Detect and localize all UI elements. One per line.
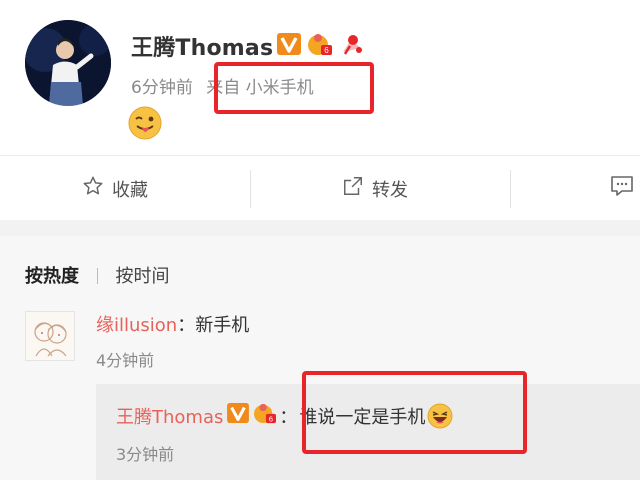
tab-sort-time[interactable]: 按时间 [115, 266, 169, 287]
verified-v-icon[interactable] [227, 403, 250, 428]
comment-username[interactable]: 缘illusion [96, 315, 177, 336]
level-badge-icon[interactable]: 6 [253, 402, 277, 429]
author-avatar[interactable] [25, 20, 111, 106]
comment-separator: ： [177, 315, 196, 336]
section-gap [0, 220, 640, 236]
post-time[interactable]: 6分钟前 [131, 78, 193, 98]
author-badges: 6 [277, 32, 365, 60]
repost-icon [342, 175, 364, 202]
favorite-label: 收藏 [112, 179, 148, 201]
repost-label: 转发 [372, 179, 408, 201]
level-badge-icon[interactable]: 6 [307, 32, 333, 60]
source-highlight-box [214, 62, 374, 114]
reply-badges: 6 [227, 402, 277, 429]
reply-separator: ： [279, 406, 298, 428]
action-divider [250, 170, 251, 208]
post-action-bar: 收藏 转发 [0, 155, 640, 221]
repost-button[interactable]: 转发 [342, 156, 408, 221]
star-icon [82, 175, 104, 202]
comment-sort-tabs: 按热度 按时间 [25, 262, 169, 288]
reply-username[interactable]: 王腾Thomas [116, 403, 223, 429]
comment-text: 新手机 [195, 315, 250, 336]
post-author-name[interactable]: 王腾Thomas [131, 30, 273, 62]
commenter-avatar[interactable] [25, 311, 75, 361]
comment-time: 4分钟前 [96, 351, 155, 370]
svg-text:6: 6 [324, 46, 329, 55]
action-divider [510, 170, 511, 208]
favorite-button[interactable]: 收藏 [82, 156, 148, 221]
verified-v-icon[interactable] [277, 33, 301, 59]
comment-button[interactable] [610, 156, 634, 221]
comment-line: 缘illusion：新手机 [96, 311, 249, 337]
wink-tongue-emoji [128, 106, 162, 140]
svg-text:6: 6 [269, 414, 273, 423]
reply-highlight-box [302, 371, 527, 454]
comment-icon [610, 175, 634, 202]
tab-sort-hot[interactable]: 按热度 [25, 266, 79, 287]
fan-badge-icon[interactable] [339, 32, 365, 60]
sort-divider [96, 268, 98, 284]
reply-time: 3分钟前 [116, 445, 175, 464]
